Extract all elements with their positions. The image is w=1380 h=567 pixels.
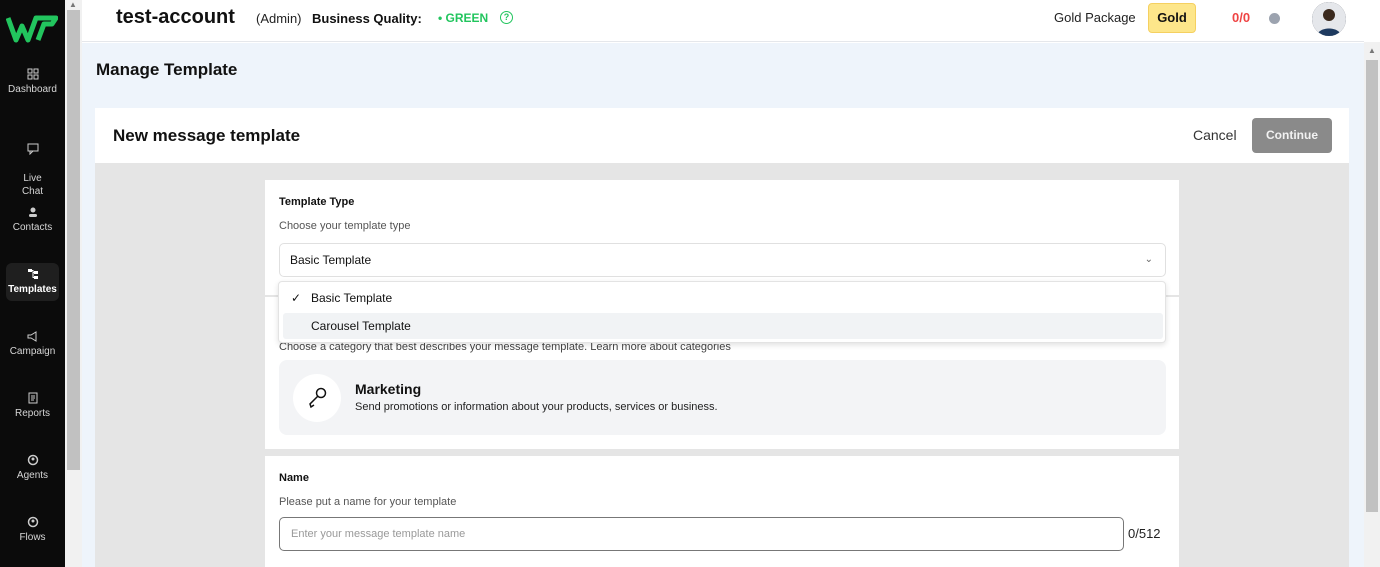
business-quality-value: • GREEN: [438, 11, 489, 25]
scroll-up-arrow-icon[interactable]: ▲: [1368, 46, 1376, 55]
option-label: Basic Template: [311, 291, 393, 305]
business-quality-label: Business Quality:: [312, 11, 422, 26]
quota-counter: 0/0: [1232, 10, 1251, 25]
category-option-description: Send promotions or information about you…: [355, 401, 718, 413]
character-counter: 0/512: [1128, 526, 1161, 541]
sidebar-item-contacts[interactable]: Contacts: [0, 206, 65, 233]
marketing-icon-circle: [293, 374, 341, 422]
category-option-title: Marketing: [355, 381, 422, 397]
template-type-dropdown: ✓ Basic Template Carousel Template: [278, 281, 1166, 343]
info-icon[interactable]: [1269, 13, 1280, 24]
sidebar: Dashboard Live Chat Contacts Templates C…: [0, 0, 65, 567]
template-type-subtitle: Choose your template type: [279, 220, 411, 232]
megaphone-icon: [27, 331, 36, 342]
page-scrollbar[interactable]: ▲: [1364, 42, 1380, 567]
key-icon: [309, 387, 327, 409]
page-title: Manage Template: [96, 60, 238, 79]
sidebar-scrollbar[interactable]: ▲: [65, 0, 82, 567]
top-bar: test-account (Admin) Business Quality: •…: [82, 0, 1364, 42]
sidebar-item-label: Dashboard: [8, 84, 57, 95]
panel-title: New message template: [113, 126, 301, 145]
sidebar-item-label: Contacts: [12, 222, 53, 233]
cancel-button[interactable]: Cancel: [1193, 127, 1237, 143]
scrollbar-thumb[interactable]: [67, 10, 80, 470]
continue-button[interactable]: Continue: [1252, 118, 1332, 153]
account-role: (Admin): [256, 11, 302, 26]
agents-icon: [27, 454, 38, 466]
user-avatar-icon: [1312, 2, 1346, 36]
sidebar-item-live-chat[interactable]: Live Chat: [0, 130, 65, 198]
name-card: Name Please put a name for your template…: [265, 456, 1179, 567]
template-type-title: Template Type: [279, 196, 355, 208]
package-label: Gold Package: [1054, 10, 1136, 25]
category-option-marketing[interactable]: Marketing Send promotions or information…: [279, 360, 1166, 435]
account-name: test-account: [116, 6, 235, 28]
sidebar-item-label: Flows: [19, 532, 46, 543]
reports-icon: [28, 392, 37, 404]
sidebar-item-reports[interactable]: Reports: [0, 392, 65, 419]
flows-icon: [27, 516, 38, 528]
sidebar-item-label: Reports: [14, 408, 50, 419]
scrollbar-thumb[interactable]: [1366, 60, 1378, 512]
contacts-icon: [28, 207, 37, 217]
option-label: Carousel Template: [311, 319, 411, 333]
sidebar-item-label: Live Chat: [21, 173, 44, 197]
dropdown-option-carousel[interactable]: Carousel Template: [283, 313, 1163, 339]
sidebar-item-label: Templates: [8, 284, 57, 295]
chevron-down-icon: ⌄: [1144, 254, 1153, 265]
name-title: Name: [279, 472, 309, 484]
template-type-select[interactable]: Basic Template ⌄: [279, 243, 1166, 277]
brand-logo: [6, 15, 58, 43]
template-type-card: Template Type Choose your template type …: [265, 180, 1179, 295]
sidebar-item-agents[interactable]: Agents: [0, 454, 65, 481]
check-icon: ✓: [291, 291, 302, 305]
chat-icon: [27, 143, 38, 155]
sidebar-item-templates[interactable]: Templates: [0, 263, 65, 301]
dropdown-option-basic[interactable]: ✓ Basic Template: [283, 285, 1163, 311]
dashboard-icon: [27, 68, 38, 80]
sidebar-item-label: Agents: [16, 470, 49, 481]
sidebar-item-campaign[interactable]: Campaign: [0, 330, 65, 357]
package-badge: Gold: [1148, 3, 1196, 33]
templates-icon: [27, 269, 38, 279]
template-name-input[interactable]: [279, 517, 1124, 551]
help-icon[interactable]: ?: [500, 11, 513, 24]
sidebar-item-label: Campaign: [9, 346, 56, 357]
sidebar-item-dashboard[interactable]: Dashboard: [0, 68, 65, 95]
sidebar-item-flows[interactable]: Flows: [0, 516, 65, 543]
avatar[interactable]: [1312, 2, 1346, 36]
template-type-selected: Basic Template: [290, 253, 372, 267]
scroll-up-arrow-icon[interactable]: ▲: [69, 0, 77, 9]
panel-header: New message template Cancel Continue: [95, 108, 1349, 163]
name-subtitle: Please put a name for your template: [279, 496, 457, 508]
